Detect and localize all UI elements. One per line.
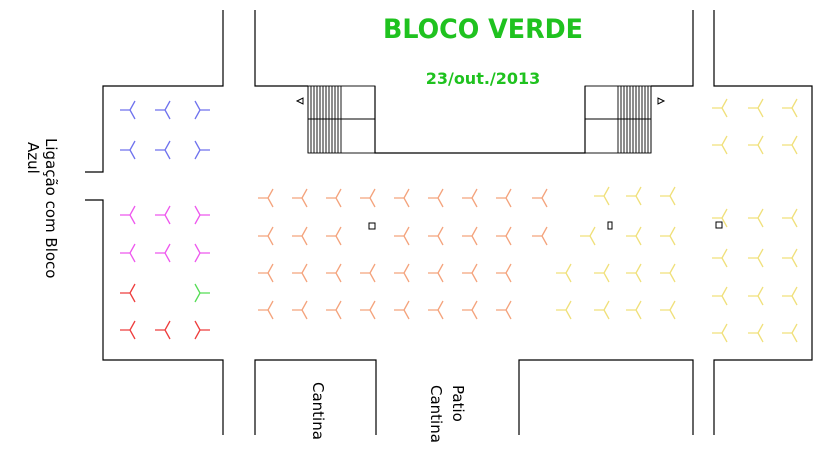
seat-icon	[462, 226, 478, 246]
patio-label: Patio	[449, 385, 467, 422]
seat-layer	[120, 98, 798, 343]
seat-icon	[428, 226, 444, 246]
seat-icon	[394, 300, 410, 320]
seat-icon	[428, 263, 444, 283]
seat-icon	[532, 226, 548, 246]
seat-icon	[120, 283, 136, 303]
seat-icon	[594, 263, 610, 283]
page-title: BLOCO VERDE	[383, 14, 583, 45]
seat-icon	[660, 263, 676, 283]
seat-icon	[462, 263, 478, 283]
pillar	[607, 221, 613, 230]
stairs-left	[307, 85, 376, 154]
seat-icon	[120, 100, 136, 120]
seat-icon	[594, 300, 610, 320]
stair-arrow-icon	[657, 97, 666, 105]
seat-icon	[428, 300, 444, 320]
seat-icon	[748, 208, 764, 228]
stairs-right	[584, 85, 652, 154]
seat-icon	[626, 263, 642, 283]
seat-icon	[712, 98, 728, 118]
seat-icon	[326, 188, 342, 208]
seat-icon	[194, 140, 210, 160]
patio-cantina-label: Cantina	[427, 385, 445, 443]
seat-icon	[360, 263, 376, 283]
stair-arrow-icon	[295, 97, 304, 105]
floor-plan: BLOCO VERDE 23/out./2013 Ligação com Blo…	[24, 10, 813, 443]
seat-icon	[292, 188, 308, 208]
ligacao-label-azul: Azul	[24, 142, 42, 174]
seat-icon	[532, 188, 548, 208]
seat-icon	[782, 135, 798, 155]
seat-icon	[120, 140, 136, 160]
seat-icon	[155, 140, 171, 160]
seat-icon	[292, 263, 308, 283]
seat-icon	[326, 300, 342, 320]
seat-icon	[712, 135, 728, 155]
seat-icon	[580, 226, 596, 246]
seat-icon	[292, 226, 308, 246]
seat-icon	[782, 323, 798, 343]
ligacao-label: Ligação com Bloco	[42, 138, 60, 279]
seat-icon	[155, 205, 171, 225]
seat-icon	[748, 323, 764, 343]
seat-icon	[782, 208, 798, 228]
seat-icon	[712, 286, 728, 306]
seat-icon	[748, 98, 764, 118]
seat-icon	[360, 188, 376, 208]
seat-icon	[594, 186, 610, 206]
seat-icon	[120, 205, 136, 225]
seat-icon	[326, 226, 342, 246]
seat-icon	[194, 320, 210, 340]
seat-icon	[155, 243, 171, 263]
seat-icon	[496, 300, 512, 320]
cantina-label: Cantina	[309, 382, 327, 440]
seat-icon	[155, 320, 171, 340]
pillar	[368, 222, 376, 230]
seat-icon	[194, 100, 210, 120]
seat-icon	[120, 243, 136, 263]
seat-icon	[360, 300, 376, 320]
seat-icon	[748, 135, 764, 155]
seat-icon	[394, 263, 410, 283]
seat-icon	[556, 300, 572, 320]
pillars	[368, 221, 723, 230]
seat-icon	[428, 188, 444, 208]
seat-icon	[194, 243, 210, 263]
seat-icon	[626, 226, 642, 246]
seat-icon	[496, 226, 512, 246]
seat-icon	[496, 263, 512, 283]
seat-icon	[748, 286, 764, 306]
seat-icon	[394, 188, 410, 208]
seat-icon	[782, 248, 798, 268]
seat-icon	[258, 263, 274, 283]
seat-icon	[626, 186, 642, 206]
seat-icon	[556, 263, 572, 283]
seat-icon	[292, 300, 308, 320]
seat-icon	[712, 248, 728, 268]
seat-icon	[462, 300, 478, 320]
seat-icon	[194, 205, 210, 225]
seat-icon	[748, 248, 764, 268]
seat-icon	[194, 283, 210, 303]
seat-icon	[660, 300, 676, 320]
seat-icon	[120, 320, 136, 340]
seat-icon	[394, 226, 410, 246]
seat-icon	[258, 300, 274, 320]
seat-icon	[782, 286, 798, 306]
seat-icon	[258, 188, 274, 208]
pillar	[715, 221, 723, 229]
seat-icon	[258, 226, 274, 246]
arrow-markers	[295, 97, 666, 105]
seat-icon	[326, 263, 342, 283]
seat-icon	[712, 323, 728, 343]
seat-icon	[496, 188, 512, 208]
seat-icon	[155, 100, 171, 120]
seat-icon	[782, 98, 798, 118]
seat-icon	[626, 300, 642, 320]
seat-icon	[462, 188, 478, 208]
seat-icon	[660, 226, 676, 246]
seat-icon	[660, 186, 676, 206]
date-label: 23/out./2013	[426, 69, 541, 88]
